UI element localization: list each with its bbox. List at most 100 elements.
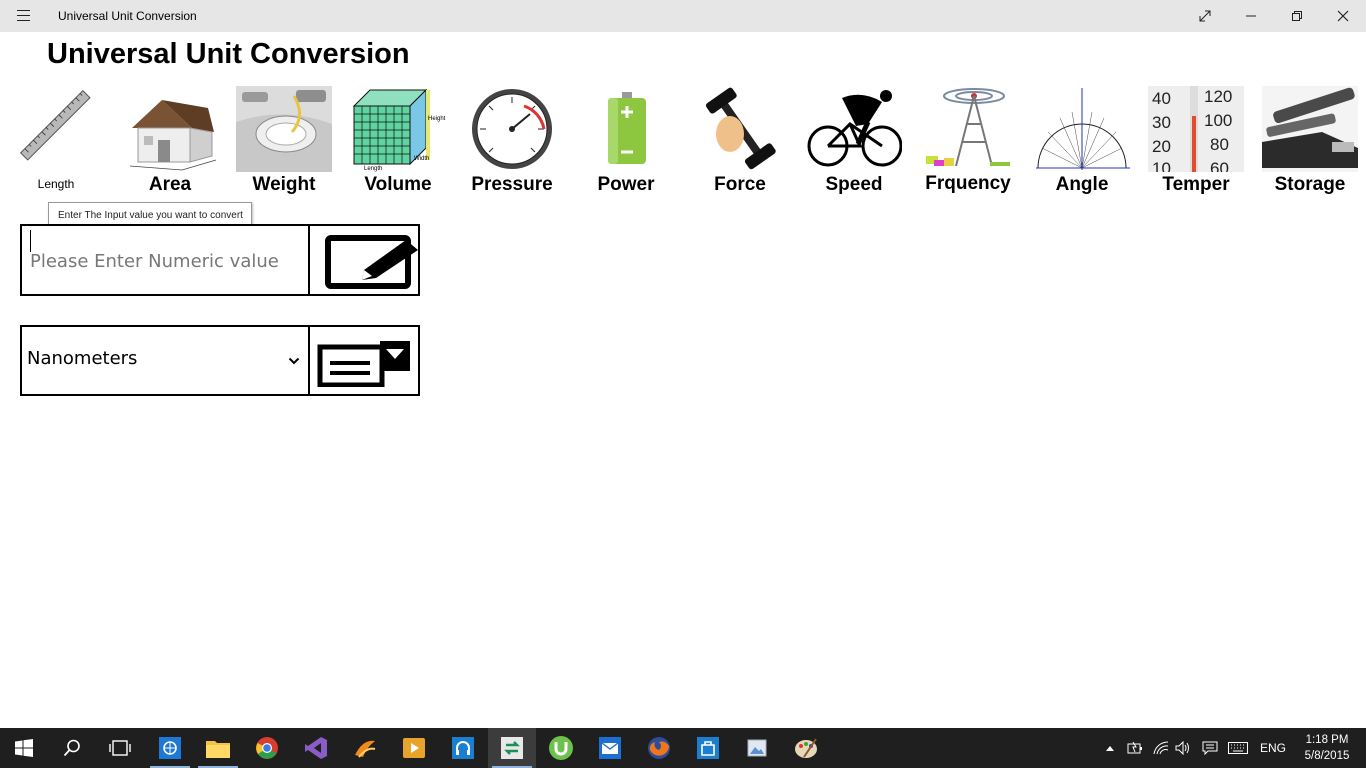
thermometer-icon: 40 30 20 10 120 100 80 60: [1148, 86, 1244, 172]
scale-icon: [236, 86, 332, 172]
unit-select-value: Nanometers: [27, 348, 138, 369]
svg-text:Length: Length: [364, 166, 382, 172]
taskbar-firefox[interactable]: [635, 728, 683, 768]
category-temperature[interactable]: 40 30 20 10 120 100 80 60 Temper: [1146, 86, 1246, 198]
title-bar: Universal Unit Conversion: [0, 0, 1366, 32]
usb-drive-icon: [1262, 86, 1358, 172]
taskbar-ie[interactable]: [146, 728, 194, 768]
taskbar-unit-converter[interactable]: [488, 728, 536, 768]
unit-converter-icon: [501, 737, 523, 759]
restore-button[interactable]: [1274, 0, 1320, 32]
clock-date: 5/8/2015: [1304, 750, 1350, 762]
speaker-icon: [1175, 741, 1189, 755]
volume-tray[interactable]: [1172, 728, 1194, 768]
hamburger-menu-icon[interactable]: [8, 6, 38, 26]
category-label: Power: [597, 174, 655, 195]
category-label: Storage: [1274, 174, 1346, 195]
keyboard-icon: [1228, 742, 1248, 754]
minimize-icon: [1246, 15, 1256, 17]
numeric-value-input[interactable]: [22, 226, 308, 294]
taskbar-orange-app[interactable]: [341, 728, 389, 768]
taskbar: ENG 1:18 PM 5/8/2015: [0, 728, 1366, 768]
category-area[interactable]: Area: [120, 86, 220, 198]
battery-status-icon: [1127, 741, 1142, 754]
svg-text:40: 40: [1152, 89, 1171, 108]
paint-icon: [795, 738, 817, 758]
taskbar-music-app[interactable]: [439, 728, 487, 768]
svg-text:Height: Height: [428, 116, 446, 122]
music-app-icon: [452, 737, 474, 759]
task-view-button[interactable]: [96, 728, 144, 768]
video-app-icon: [403, 738, 425, 758]
category-force[interactable]: Force: [690, 86, 790, 198]
language-indicator[interactable]: ENG: [1256, 728, 1290, 768]
file-explorer-icon: [206, 741, 230, 758]
svg-text:20: 20: [1152, 137, 1171, 156]
network-tray[interactable]: [1150, 728, 1172, 768]
taskbar-utorrent[interactable]: [537, 728, 585, 768]
category-weight[interactable]: Weight: [234, 86, 334, 198]
grid-cube-icon: Height Width Length: [352, 88, 446, 172]
category-label: Temper: [1162, 174, 1230, 195]
category-label: Weight: [252, 174, 316, 195]
chrome-icon: [256, 737, 278, 759]
category-label: Frquency: [925, 173, 1011, 194]
search-button[interactable]: [48, 728, 96, 768]
cyclist-icon: [807, 90, 902, 167]
utorrent-icon: [549, 736, 573, 760]
category-length[interactable]: Length: [6, 86, 106, 198]
text-caret: [30, 230, 31, 252]
action-center-button[interactable]: [1199, 728, 1221, 768]
mail-icon: [599, 737, 621, 759]
category-label: Speed: [825, 174, 883, 195]
taskbar-paint[interactable]: [782, 728, 830, 768]
taskbar-chrome[interactable]: [243, 728, 291, 768]
start-icon: [15, 739, 33, 757]
taskbar-file-explorer[interactable]: [194, 728, 242, 768]
edit-button[interactable]: [308, 224, 420, 296]
svg-text:60: 60: [1210, 159, 1229, 172]
minimize-button[interactable]: [1228, 0, 1274, 32]
unit-list-button[interactable]: [308, 325, 420, 396]
ruler-icon: [19, 89, 91, 161]
category-angle[interactable]: Angle: [1032, 86, 1132, 198]
internet-explorer-icon: [159, 737, 181, 759]
fullscreen-icon: [1199, 10, 1211, 22]
category-storage[interactable]: Storage: [1260, 86, 1360, 198]
touch-keyboard-button[interactable]: [1226, 728, 1250, 768]
fullscreen-button[interactable]: [1182, 0, 1228, 32]
battery-icon: [608, 92, 646, 164]
taskbar-video-app[interactable]: [390, 728, 438, 768]
search-icon: [63, 739, 80, 757]
category-frequency[interactable]: Frquency: [918, 86, 1018, 198]
clock[interactable]: 1:18 PM 5/8/2015: [1296, 732, 1358, 764]
visual-studio-icon: [305, 737, 327, 759]
page-title: Universal Unit Conversion: [47, 38, 410, 70]
dropdown-list-icon: [317, 341, 410, 387]
show-hidden-icons-button[interactable]: [1100, 728, 1120, 768]
chevron-up-icon: [1106, 746, 1114, 751]
category-label: Volume: [364, 174, 432, 195]
close-button[interactable]: [1320, 0, 1366, 32]
wifi-icon: [1153, 741, 1169, 755]
chevron-down-icon: [288, 357, 300, 365]
start-button[interactable]: [0, 728, 48, 768]
close-icon: [1337, 10, 1349, 22]
taskbar-photos[interactable]: [733, 728, 781, 768]
category-label: Area: [148, 174, 192, 195]
battery-tray[interactable]: [1124, 728, 1146, 768]
task-view-icon: [109, 740, 131, 756]
notification-icon: [1202, 741, 1218, 755]
category-label: Force: [714, 174, 766, 195]
category-label: Length: [37, 177, 75, 191]
category-volume[interactable]: Height Width Length Volume: [348, 86, 448, 198]
taskbar-store[interactable]: [684, 728, 732, 768]
svg-text:Width: Width: [414, 156, 429, 162]
taskbar-mail[interactable]: [586, 728, 634, 768]
taskbar-visual-studio[interactable]: [292, 728, 340, 768]
category-label: Angle: [1055, 174, 1109, 195]
category-speed[interactable]: Speed: [804, 86, 904, 198]
clock-time: 1:18 PM: [1305, 734, 1349, 746]
category-pressure[interactable]: Pressure: [462, 86, 562, 198]
category-power[interactable]: Power: [576, 86, 676, 198]
